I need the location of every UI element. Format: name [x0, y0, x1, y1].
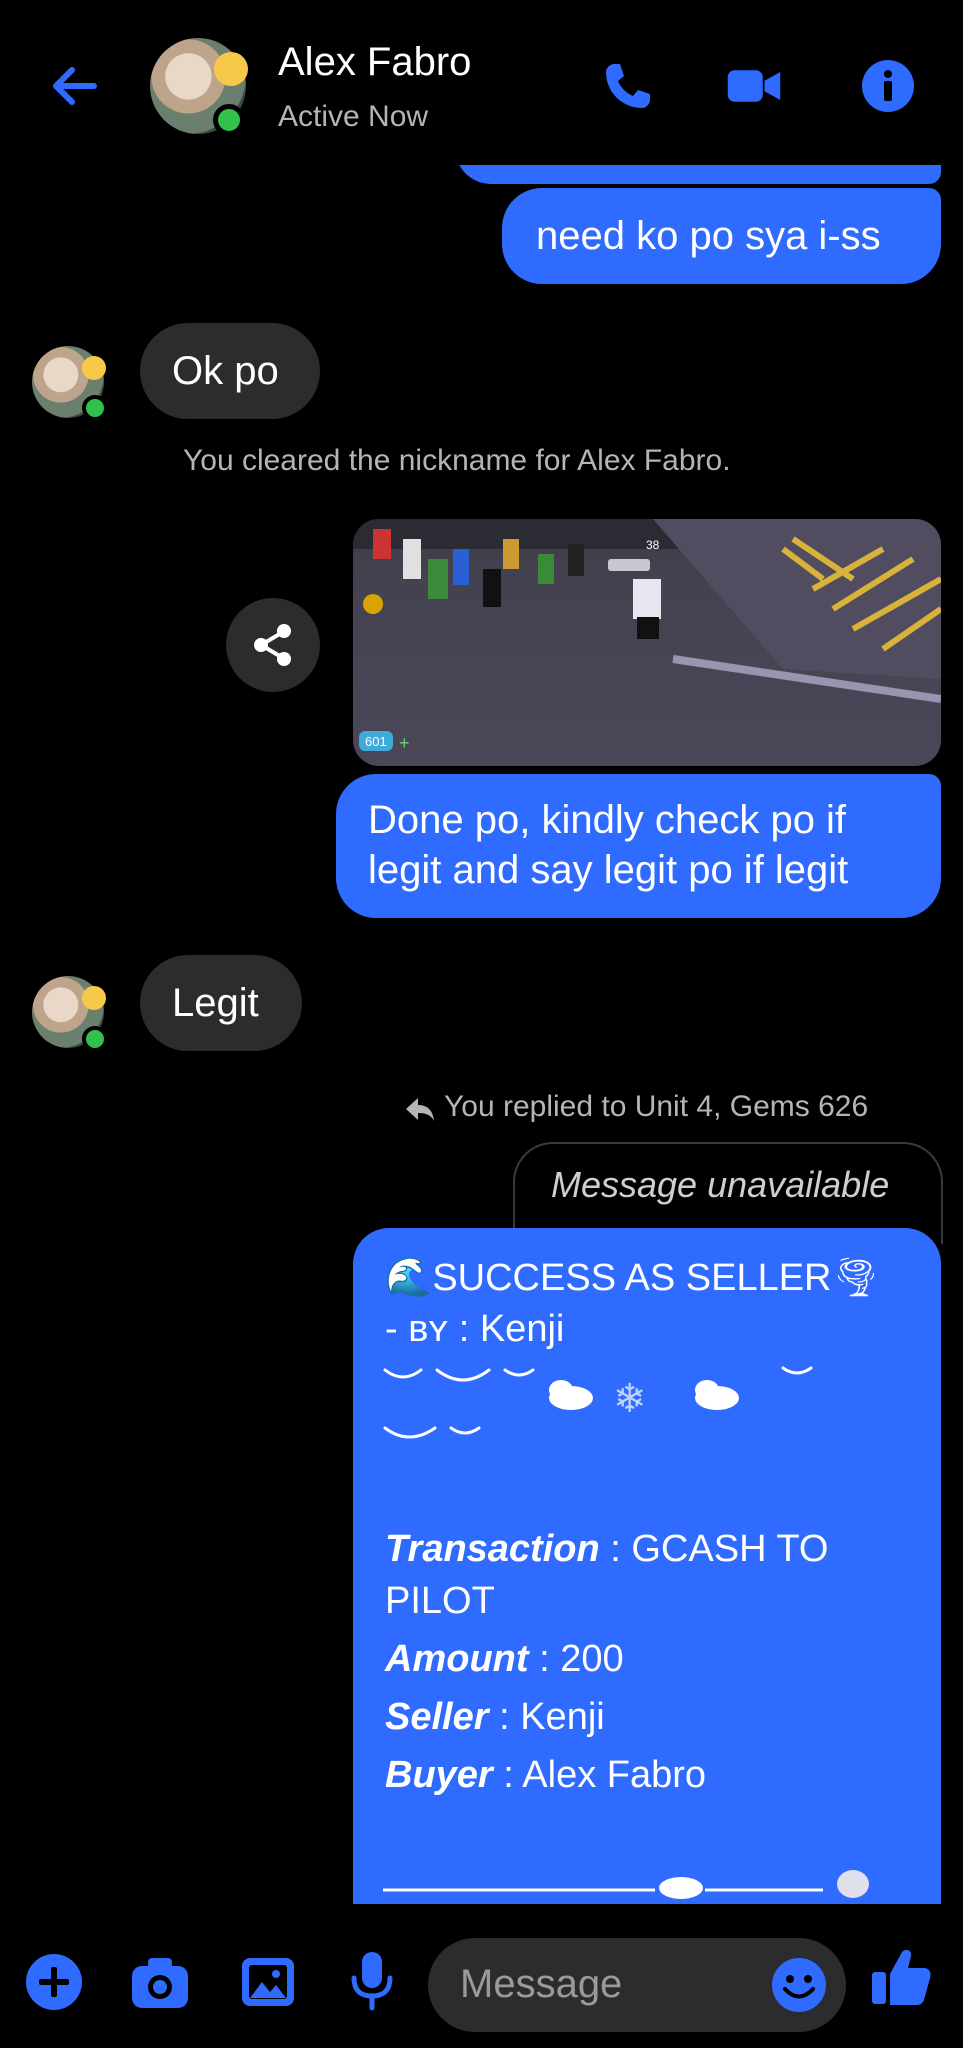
outgoing-message[interactable]: need ko po sya i-ss: [502, 188, 941, 284]
contact-name[interactable]: Alex Fabro: [278, 40, 471, 85]
emoji-sticker-icon: [82, 986, 106, 1010]
message-placeholder: Message: [460, 1962, 623, 2006]
emoji-sticker-icon: [82, 356, 106, 380]
message-text: need ko po sya i-ss: [536, 214, 881, 258]
decorative-curves: ❄: [383, 1366, 813, 1439]
message-text-line2: legit and say legit po if legit: [368, 848, 849, 892]
message-text: Legit: [172, 981, 259, 1025]
info-icon[interactable]: [860, 58, 916, 114]
system-notice: You cleared the nickname for Alex Fabro.: [183, 444, 731, 477]
share-icon: [254, 624, 291, 666]
online-status-dot: [82, 1026, 108, 1052]
video-call-icon[interactable]: [726, 58, 782, 114]
player-count: 38: [646, 538, 660, 552]
thumbs-up-icon[interactable]: [868, 1944, 934, 2010]
camera-icon[interactable]: [128, 1952, 192, 2012]
svg-text:❄: ❄: [613, 1376, 647, 1422]
transaction-value: : GCASH TO: [610, 1528, 829, 1570]
wave-emoji-icon: 🌊: [385, 1257, 433, 1299]
share-button[interactable]: [226, 598, 320, 692]
game-scene: 601 + 38: [353, 519, 941, 753]
transaction-card-message[interactable]: 🌊SUCCESS AS SELLER🌪 - ʙʏ : Kenji ❄ Trans…: [353, 1228, 941, 1904]
buyer-value: : Alex Fabro: [503, 1754, 707, 1796]
back-arrow-icon[interactable]: [46, 58, 102, 114]
emoji-icon[interactable]: [770, 1956, 828, 2014]
incoming-message[interactable]: Legit: [140, 955, 302, 1051]
seller-label: Seller: [385, 1696, 489, 1738]
online-status-dot: [213, 104, 245, 136]
reply-arrow-icon: [406, 1098, 434, 1121]
by-name: : Kenji: [458, 1308, 565, 1350]
tornado-emoji-icon: 🌪: [831, 1257, 880, 1299]
message-input[interactable]: Message: [428, 1938, 846, 2032]
by-prefix: - ʙʏ: [385, 1308, 449, 1350]
microphone-icon[interactable]: [346, 1948, 398, 2014]
gem-counter: 601: [365, 734, 387, 749]
contact-status: Active Now: [278, 100, 429, 133]
message-text-line1: Done po, kindly check po if: [368, 798, 847, 842]
transaction-label: Transaction: [385, 1528, 600, 1570]
shared-game-screenshot[interactable]: 601 + 38: [353, 519, 941, 766]
svg-text:+: +: [399, 733, 410, 753]
decorative-divider: [383, 1870, 869, 1899]
gallery-icon[interactable]: [238, 1952, 298, 2012]
emoji-sticker-icon: [214, 52, 248, 86]
reply-context: You replied to Unit 4, Gems 626: [444, 1090, 869, 1123]
amount-value: : 200: [539, 1638, 624, 1680]
card-title: SUCCESS AS SELLER: [432, 1257, 832, 1299]
chat-header: Alex Fabro Active Now: [0, 0, 963, 165]
plus-icon[interactable]: [24, 1952, 84, 2012]
message-text: Ok po: [172, 349, 279, 393]
transaction-value-cont: PILOT: [385, 1580, 495, 1622]
incoming-message[interactable]: Ok po: [140, 323, 320, 419]
buyer-label: Buyer: [385, 1754, 493, 1796]
seller-value: : Kenji: [499, 1696, 605, 1738]
outgoing-message[interactable]: Done po, kindly check po if legit and sa…: [336, 774, 941, 918]
phone-call-icon[interactable]: [600, 58, 656, 114]
quote-text: Message unavailable: [551, 1164, 890, 1205]
online-status-dot: [82, 395, 108, 421]
amount-label: Amount: [385, 1638, 529, 1680]
